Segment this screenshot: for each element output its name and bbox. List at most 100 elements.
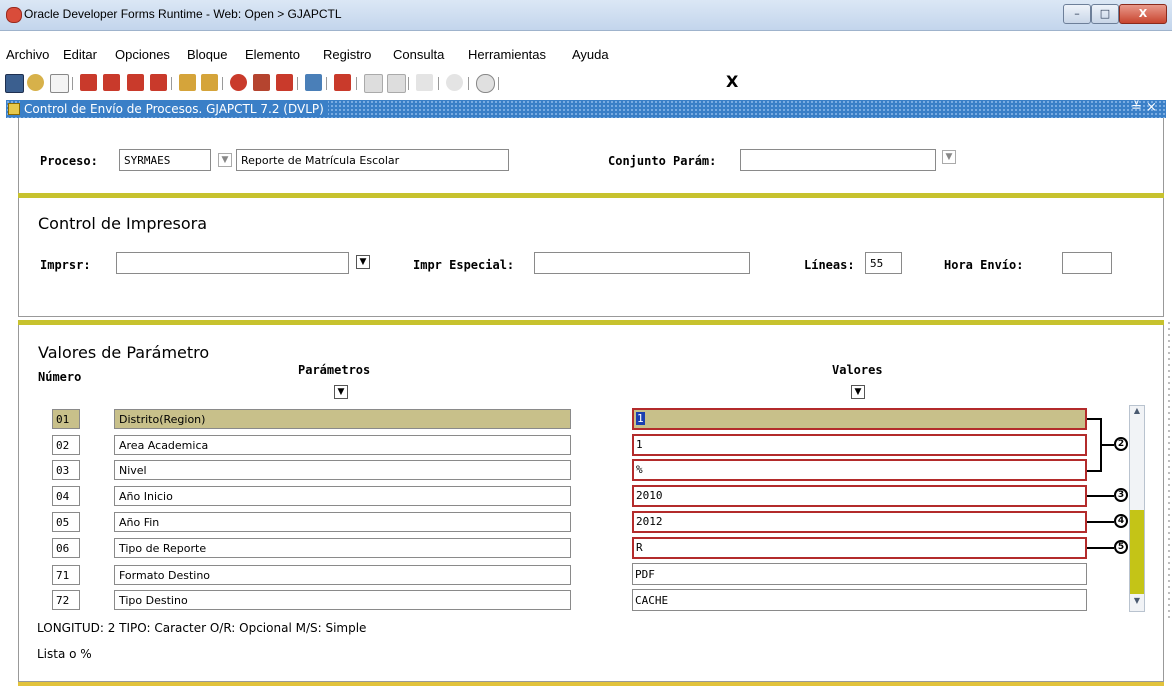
impr-especial-label: Impr Especial:	[413, 258, 515, 272]
param-value-cell[interactable]: PDF	[632, 563, 1087, 585]
sound-icon[interactable]	[416, 74, 433, 91]
toolbar: X	[0, 70, 1172, 96]
param-value-cell[interactable]: 1	[632, 408, 1087, 430]
param-value-cell[interactable]: CACHE	[632, 589, 1087, 611]
remove-record-icon[interactable]	[103, 74, 120, 91]
block-icon[interactable]	[387, 74, 406, 93]
param-name-cell[interactable]: Formato Destino	[114, 565, 571, 585]
param-number-cell[interactable]: 02	[52, 435, 80, 455]
imprsr-label: Imprsr:	[40, 258, 91, 272]
conjunto-param-lov-button[interactable]: ▼	[942, 150, 956, 164]
param-name-cell[interactable]: Nivel	[114, 460, 571, 480]
menu-editar[interactable]: Editar	[63, 47, 97, 62]
menu-archivo[interactable]: Archivo	[6, 47, 49, 62]
lineas-field[interactable]: 55	[865, 252, 902, 274]
item-icon[interactable]	[364, 74, 383, 93]
scroll-up-icon[interactable]: ▲	[1130, 406, 1144, 420]
proceso-description-field: Reporte de Matrícula Escolar	[236, 149, 509, 171]
menu-registro[interactable]: Registro	[323, 47, 371, 62]
parametros-lov-button[interactable]: ▼	[334, 385, 348, 399]
callout-connector	[1087, 470, 1101, 472]
conjunto-param-label: Conjunto Parám:	[608, 154, 717, 168]
proceso-lov-button[interactable]: ▼	[218, 153, 232, 167]
help-icon[interactable]	[230, 74, 247, 91]
page-icon[interactable]	[50, 74, 69, 93]
menu-opciones[interactable]: Opciones	[115, 47, 170, 62]
minimize-button[interactable]: –	[1063, 4, 1091, 24]
param-name-cell[interactable]: Año Inicio	[114, 486, 571, 506]
numero-column-header: Número	[38, 370, 82, 384]
callout-connector	[1100, 444, 1114, 446]
menu-ayuda[interactable]: Ayuda	[572, 47, 609, 62]
param-value-cell[interactable]: R	[632, 537, 1087, 559]
enter-query-icon[interactable]	[127, 74, 144, 91]
callout-5: 5	[1114, 540, 1128, 554]
param-value-cell[interactable]: 1	[632, 434, 1087, 456]
imprsr-field[interactable]	[116, 252, 349, 274]
menu-bar: Archivo Editar Opciones Bloque Elemento …	[0, 44, 1172, 64]
database-icon[interactable]	[253, 74, 270, 91]
param-value-text: 1	[636, 412, 645, 425]
valores-column-header: Valores	[832, 363, 883, 377]
hora-envio-label: Hora Envío:	[944, 258, 1024, 272]
rollback-icon[interactable]	[27, 74, 44, 91]
maximize-button[interactable]: □	[1091, 4, 1119, 24]
param-number-cell[interactable]: 72	[52, 590, 80, 610]
printer-heading: Control de Impresora	[38, 214, 208, 233]
param-value-cell[interactable]: 2010	[632, 485, 1087, 507]
valores-lov-button[interactable]: ▼	[851, 385, 865, 399]
impr-especial-field[interactable]	[534, 252, 750, 274]
menu-bloque[interactable]: Bloque	[187, 47, 227, 62]
scroll-down-icon[interactable]: ▼	[1130, 596, 1144, 610]
next-block-icon[interactable]	[201, 74, 218, 91]
param-value-cell[interactable]: 2012	[632, 511, 1087, 533]
param-number-cell[interactable]: 71	[52, 565, 80, 585]
hora-envio-field[interactable]	[1062, 252, 1112, 274]
proceso-code-field[interactable]: SYRMAES	[119, 149, 211, 171]
previous-block-icon[interactable]	[179, 74, 196, 91]
execute-query-icon[interactable]	[150, 74, 167, 91]
imprsr-lov-button[interactable]: ▼	[356, 255, 370, 269]
param-name-cell[interactable]: Año Fin	[114, 512, 571, 532]
form-title: Control de Envío de Procesos. GJAPCTL 7.…	[20, 101, 328, 117]
menu-elemento[interactable]: Elemento	[245, 47, 300, 62]
scroll-thumb[interactable]	[1130, 510, 1144, 594]
param-name-cell[interactable]: Tipo Destino	[114, 590, 571, 610]
param-number-cell[interactable]: 03	[52, 460, 80, 480]
callout-connector	[1087, 495, 1114, 497]
param-number-cell[interactable]: 06	[52, 538, 80, 558]
exit-button[interactable]: X	[726, 72, 738, 91]
param-value-cell[interactable]: %	[632, 459, 1087, 481]
menu-consulta[interactable]: Consulta	[393, 47, 444, 62]
param-name-cell[interactable]: Area Academica	[114, 435, 571, 455]
cancel-icon[interactable]	[276, 74, 293, 91]
param-hint-text: LONGITUD: 2 TIPO: Caracter O/R: Opcional…	[37, 621, 367, 635]
bottom-accent-strip	[18, 682, 1164, 686]
param-number-cell[interactable]: 04	[52, 486, 80, 506]
param-number-cell[interactable]: 01	[52, 409, 80, 429]
close-window-button[interactable]: X	[1119, 4, 1167, 24]
save-icon[interactable]	[5, 74, 24, 93]
form-window-controls[interactable]: ≚ ×	[1131, 100, 1157, 115]
print-setup-icon[interactable]	[334, 74, 351, 91]
options-icon[interactable]	[446, 74, 463, 91]
param-hint-list: Lista o %	[37, 647, 92, 661]
param-name-cell[interactable]: Distrito(Region)	[114, 409, 571, 429]
print-icon[interactable]	[305, 74, 322, 91]
proceso-label: Proceso:	[40, 154, 98, 168]
insert-record-icon[interactable]	[80, 74, 97, 91]
window-title: Oracle Developer Forms Runtime - Web: Op…	[24, 7, 342, 21]
callout-connector	[1087, 418, 1101, 420]
callout-3: 3	[1114, 488, 1128, 502]
callout-connector	[1087, 547, 1114, 549]
parametros-column-header: Parámetros	[298, 363, 371, 377]
param-name-cell[interactable]: Tipo de Reporte	[114, 538, 571, 558]
conjunto-param-field[interactable]	[740, 149, 936, 171]
menu-herramientas[interactable]: Herramientas	[468, 47, 546, 62]
lineas-label: Líneas:	[804, 258, 855, 272]
exit-help-icon[interactable]	[476, 74, 495, 93]
callout-2: 2	[1114, 437, 1128, 451]
form-icon	[8, 103, 20, 115]
params-heading: Valores de Parámetro	[38, 343, 210, 362]
param-number-cell[interactable]: 05	[52, 512, 80, 532]
